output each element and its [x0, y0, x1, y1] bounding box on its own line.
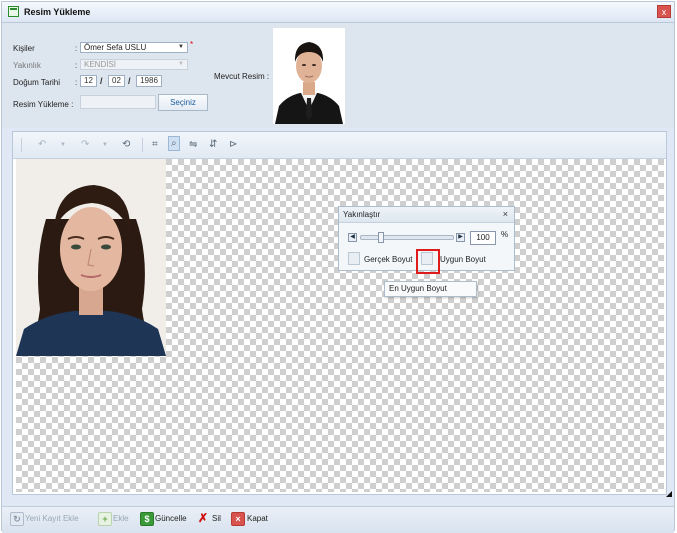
sil-button[interactable]: Sil: [212, 514, 221, 523]
birth-year-field[interactable]: 1986: [136, 75, 162, 87]
resim-yukleme-window: Resim Yükleme x Kişiler : Ömer Sefa USLU…: [1, 1, 675, 533]
percent-unit: %: [501, 230, 509, 239]
yeni-kayit-ekle-button[interactable]: Yeni Kayıt Ekle: [25, 514, 79, 523]
kisiler-value: Ömer Sefa USLU: [84, 43, 147, 52]
dropdown-icon[interactable]: ▼: [60, 142, 66, 148]
required-mark: *: [190, 40, 194, 49]
gercek-boyut-checkbox[interactable]: [348, 252, 360, 265]
uploaded-photo: [16, 159, 166, 356]
refresh-icon: ↻: [10, 512, 24, 526]
plus-icon: +: [98, 512, 112, 526]
form-icon: [8, 6, 19, 17]
colon: :: [75, 61, 78, 70]
gercek-boyut-label: Gerçek Boyut: [364, 255, 413, 264]
highlight-box: [416, 249, 440, 274]
redo-icon[interactable]: ↷: [81, 139, 89, 150]
toolbar-separator: [142, 138, 143, 152]
dropdown-icon[interactable]: ▼: [102, 142, 108, 148]
title-bar: Resim Yükleme x: [2, 2, 674, 23]
kisiler-select[interactable]: Ömer Sefa USLU ▼: [80, 42, 188, 53]
kapat-button[interactable]: Kapat: [247, 514, 268, 523]
update-icon: $: [140, 512, 154, 526]
current-photo-portrait: [273, 28, 345, 124]
mevcut-resim-label: Mevcut Resim :: [214, 72, 270, 81]
yakinlik-label: Yakınlık: [13, 61, 41, 70]
colon: :: [75, 44, 78, 53]
crop-icon[interactable]: ⌗: [152, 139, 158, 150]
close-icon: ×: [231, 512, 245, 526]
current-photo: [273, 28, 345, 124]
slider-right-button[interactable]: ▶: [456, 233, 465, 242]
zoom-slider-track[interactable]: [360, 235, 454, 240]
window-title: Resim Yükleme: [24, 7, 91, 17]
editor-toolbar: ↶ ▼ ↷ ▼ ⟲ ⌗ ⌕ ⇋ ⇵ ⊳: [13, 132, 666, 159]
window-close-button[interactable]: x: [657, 5, 671, 18]
colon: :: [75, 78, 78, 87]
chevron-down-icon: ▼: [178, 61, 184, 67]
kisiler-label: Kişiler: [13, 44, 35, 53]
zoom-percent-field[interactable]: 100: [470, 231, 496, 245]
date-separator: /: [128, 76, 131, 86]
uploaded-photo-portrait: [16, 159, 166, 356]
zoom-icon[interactable]: ⌕: [168, 136, 180, 151]
seciniz-button[interactable]: Seçiniz: [158, 94, 208, 111]
zoom-dialog-header: Yakınlaştır ×: [339, 207, 514, 223]
flip-vertical-icon[interactable]: ⇵: [209, 139, 217, 150]
chevron-down-icon: ▼: [178, 44, 184, 50]
rotate-icon[interactable]: ⟲: [122, 139, 130, 150]
image-editor: ↶ ▼ ↷ ▼ ⟲ ⌗ ⌕ ⇋ ⇵ ⊳: [12, 131, 667, 495]
tooltip: En Uygun Boyut: [384, 281, 477, 297]
date-separator: /: [100, 76, 103, 86]
zoom-dialog-title: Yakınlaştır: [343, 210, 381, 219]
footer-toolbar: ↻ Yeni Kayıt Ekle + Ekle $ Güncelle ✗ Si…: [2, 506, 674, 533]
birth-day-field[interactable]: 12: [80, 75, 97, 87]
send-icon[interactable]: ⊳: [229, 139, 237, 150]
delete-icon: ✗: [197, 511, 209, 525]
person-form: Kişiler : Ömer Sefa USLU ▼ * Yakınlık : …: [2, 23, 674, 128]
resim-yukleme-label: Resim Yükleme :: [13, 100, 74, 109]
undo-icon[interactable]: ↶: [38, 139, 46, 150]
ekle-button[interactable]: Ekle: [113, 514, 129, 523]
birth-month-field[interactable]: 02: [108, 75, 125, 87]
resize-grip-icon[interactable]: [666, 491, 672, 497]
yakinlik-value: KENDİSİ: [84, 60, 117, 69]
slider-left-button[interactable]: ◀: [348, 233, 357, 242]
guncelle-button[interactable]: Güncelle: [155, 514, 187, 523]
yakinlik-select: KENDİSİ ▼: [80, 59, 188, 70]
dogum-tarihi-label: Doğum Tarihi: [13, 78, 60, 87]
file-path-field: [80, 95, 156, 109]
zoom-dialog-close-button[interactable]: ×: [503, 209, 508, 219]
uygun-boyut-label: Uygun Boyut: [440, 255, 486, 264]
flip-horizontal-icon[interactable]: ⇋: [189, 139, 197, 150]
zoom-slider-thumb[interactable]: [377, 232, 384, 243]
toolbar-separator: [21, 138, 22, 152]
